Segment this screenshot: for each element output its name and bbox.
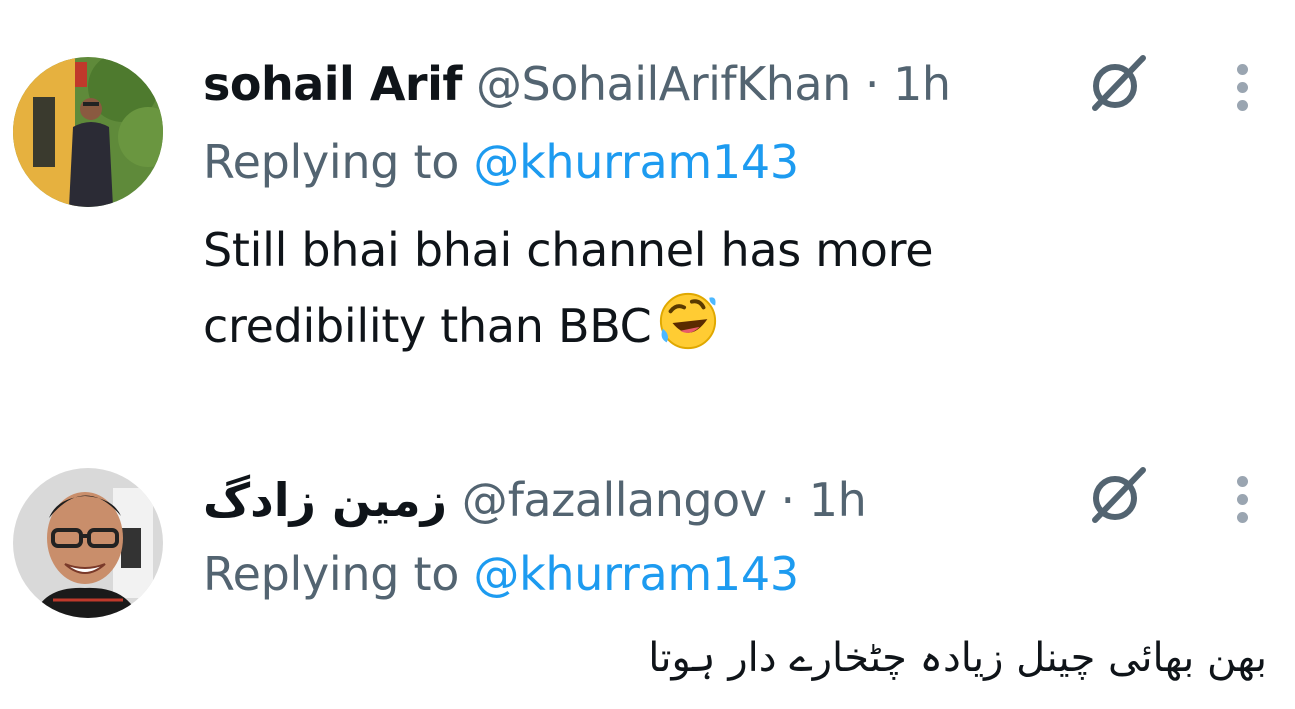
user-handle[interactable]: @fazallangov	[462, 473, 767, 527]
tweet-text-line: credibility than BBC	[203, 288, 1083, 364]
user-handle[interactable]: @SohailArifKhan	[476, 57, 851, 111]
reply-tweet[interactable]: زمین زادگ @fazallangov · 1h Replying to …	[0, 420, 1295, 709]
timestamp[interactable]: 1h	[893, 57, 951, 111]
rolling-laughing-emoji-icon	[660, 292, 717, 350]
replying-to: Replying to @khurram143	[203, 546, 799, 602]
tweet-text: Still bhai bhai channel has more credibi…	[203, 212, 1083, 364]
avatar-photo	[13, 57, 163, 207]
tweet-text: بھن بھائی چینل زیادہ چٹخارے دار ہوتا	[648, 635, 1267, 681]
separator-dot: ·	[780, 473, 796, 527]
replying-to: Replying to @khurram143	[203, 134, 799, 190]
timestamp[interactable]: 1h	[809, 473, 867, 527]
grok-icon[interactable]	[1085, 50, 1151, 116]
mention-link[interactable]: @khurram143	[473, 547, 799, 601]
avatar[interactable]	[13, 468, 163, 618]
tweet-header: sohail Arif @SohailArifKhan · 1h	[203, 56, 951, 112]
more-options-icon[interactable]	[1228, 472, 1258, 528]
mention-link[interactable]: @khurram143	[473, 135, 799, 189]
grok-icon[interactable]	[1085, 462, 1151, 528]
display-name[interactable]: زمین زادگ	[203, 473, 448, 527]
display-name[interactable]: sohail Arif	[203, 57, 462, 111]
more-options-icon[interactable]	[1228, 60, 1258, 116]
tweet-header: زمین زادگ @fazallangov · 1h	[203, 472, 867, 528]
avatar-photo	[13, 468, 163, 618]
reply-tweet[interactable]: sohail Arif @SohailArifKhan · 1h Replyin…	[0, 0, 1295, 400]
avatar[interactable]	[13, 57, 163, 207]
tweet-text-line: Still bhai bhai channel has more	[203, 223, 934, 277]
tweet-text-segment: credibility than BBC	[203, 299, 652, 353]
replying-prefix: Replying to	[203, 547, 460, 601]
replying-prefix: Replying to	[203, 135, 460, 189]
separator-dot: ·	[864, 57, 880, 111]
